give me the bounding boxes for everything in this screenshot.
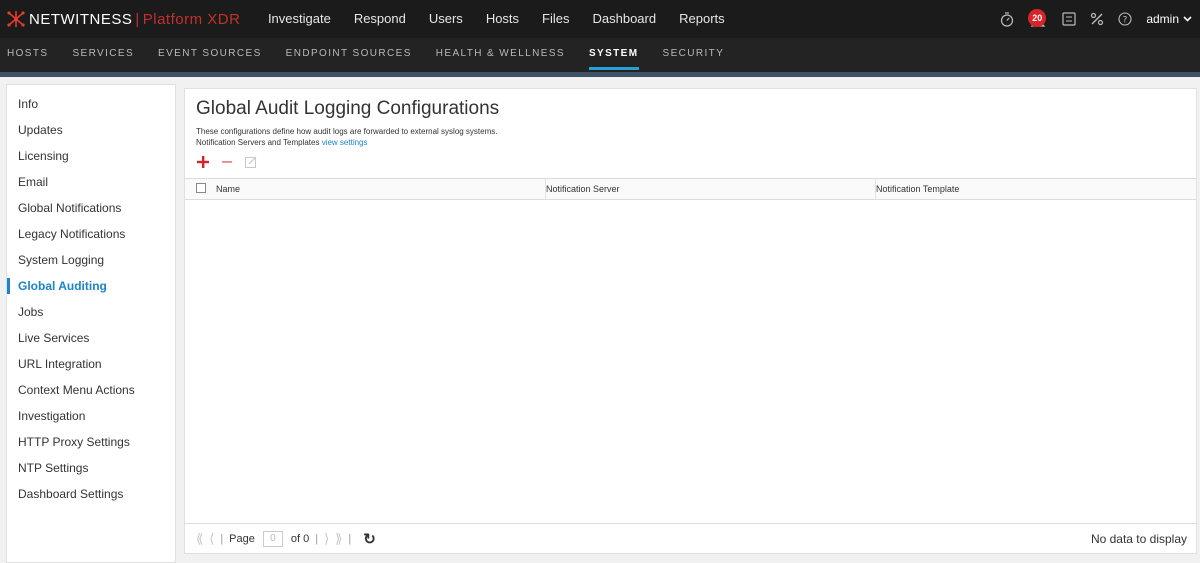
topbar-actions: 20 ? admin xyxy=(986,0,1200,38)
page-number-input[interactable]: 0 xyxy=(262,530,283,547)
chevron-down-icon xyxy=(1183,16,1192,22)
column-name[interactable]: Name xyxy=(216,179,240,199)
column-notification-server[interactable]: Notification Server xyxy=(545,179,620,199)
column-notification-server-label: Notification Server xyxy=(546,184,620,194)
admin-subnav: HOSTS SERVICES EVENT SOURCES ENDPOINT SO… xyxy=(0,38,1200,72)
page-count: of 0 xyxy=(290,532,310,545)
help-icon[interactable]: ? xyxy=(1118,12,1132,26)
sidebar-item-system-logging[interactable]: System Logging xyxy=(7,247,175,273)
tab-endpoint-sources[interactable]: ENDPOINT SOURCES xyxy=(274,38,424,72)
pager-divider: | xyxy=(348,532,352,545)
view-settings-link[interactable]: view settings xyxy=(322,138,368,147)
edit-icon[interactable] xyxy=(244,155,258,169)
pagination-bar: ⟪ ⟨ | Page 0 of 0 | ⟩ ⟫ | ↻ No data to d… xyxy=(185,523,1196,553)
settings-line: Notification Servers and Templates view … xyxy=(196,138,368,147)
refresh-icon[interactable]: ↻ xyxy=(363,530,376,548)
pager-divider: | xyxy=(220,532,224,545)
add-icon[interactable] xyxy=(196,155,210,169)
system-sidebar: Info Updates Licensing Email Global Noti… xyxy=(6,84,176,563)
nav-files[interactable]: Files xyxy=(531,0,581,38)
nav-reports[interactable]: Reports xyxy=(668,0,737,38)
dashboard-icon[interactable] xyxy=(1062,12,1076,26)
sidebar-item-updates[interactable]: Updates xyxy=(7,117,175,143)
sidebar-item-licensing[interactable]: Licensing xyxy=(7,143,175,169)
sidebar-item-global-auditing[interactable]: Global Auditing xyxy=(7,273,175,299)
user-name: admin xyxy=(1146,12,1179,26)
column-notification-template[interactable]: Notification Template xyxy=(875,179,959,199)
sidebar-item-investigation[interactable]: Investigation xyxy=(7,403,175,429)
nav-users[interactable]: Users xyxy=(417,0,474,38)
nav-respond[interactable]: Respond xyxy=(342,0,417,38)
sidebar-item-jobs[interactable]: Jobs xyxy=(7,299,175,325)
table-toolbar xyxy=(196,155,268,169)
sidebar-item-live-services[interactable]: Live Services xyxy=(7,325,175,351)
tab-system[interactable]: SYSTEM xyxy=(577,38,651,72)
tab-health-wellness[interactable]: HEALTH & WELLNESS xyxy=(424,38,577,72)
column-notification-template-label: Notification Template xyxy=(876,184,960,194)
product-name: Platform XDR xyxy=(142,10,241,28)
nav-hosts[interactable]: Hosts xyxy=(474,0,530,38)
sidebar-item-http-proxy-settings[interactable]: HTTP Proxy Settings xyxy=(7,429,175,455)
pager-status: No data to display xyxy=(1090,531,1187,546)
tools-icon[interactable] xyxy=(1090,12,1104,26)
last-page-icon[interactable]: ⟫ xyxy=(335,531,342,547)
page-label: Page xyxy=(229,532,255,545)
first-page-icon[interactable]: ⟪ xyxy=(196,531,203,547)
tab-services[interactable]: SERVICES xyxy=(60,38,146,72)
brand-separator: | xyxy=(135,10,140,28)
page-description: These configurations define how audit lo… xyxy=(196,127,498,136)
settings-prefix: Notification Servers and Templates xyxy=(196,138,320,147)
tab-hosts[interactable]: HOSTS xyxy=(0,38,60,72)
sidebar-item-dashboard-settings[interactable]: Dashboard Settings xyxy=(7,481,175,507)
sidebar-item-url-integration[interactable]: URL Integration xyxy=(7,351,175,377)
sidebar-item-info[interactable]: Info xyxy=(7,91,175,117)
main-menu: Investigate Respond Users Hosts Files Da… xyxy=(256,0,736,38)
previous-page-icon[interactable]: ⟨ xyxy=(209,531,214,547)
sidebar-item-global-notifications[interactable]: Global Notifications xyxy=(7,195,175,221)
brand-name: NETWITNESS xyxy=(29,10,133,28)
header-divider xyxy=(0,72,1200,77)
table-header: Name Notification Server Notification Te… xyxy=(185,178,1196,200)
bell-icon[interactable]: 20 xyxy=(1028,9,1048,29)
sidebar-item-email[interactable]: Email xyxy=(7,169,175,195)
netwitness-logo-icon xyxy=(6,9,26,29)
sidebar-item-context-menu-actions[interactable]: Context Menu Actions xyxy=(7,377,175,403)
page-title: Global Audit Logging Configurations xyxy=(196,98,500,119)
nav-dashboard[interactable]: Dashboard xyxy=(581,0,668,38)
next-page-icon[interactable]: ⟩ xyxy=(324,531,329,547)
select-all-checkbox[interactable] xyxy=(196,183,206,193)
tab-event-sources[interactable]: EVENT SOURCES xyxy=(146,38,274,72)
nav-investigate[interactable]: Investigate xyxy=(256,0,342,38)
pager-divider: | xyxy=(315,532,319,545)
app-logo[interactable]: NETWITNESS | Platform XDR xyxy=(0,0,240,38)
tab-security[interactable]: SECURITY xyxy=(651,38,737,72)
sidebar-item-legacy-notifications[interactable]: Legacy Notifications xyxy=(7,221,175,247)
svg-text:?: ? xyxy=(1123,16,1128,26)
sidebar-item-ntp-settings[interactable]: NTP Settings xyxy=(7,455,175,481)
timer-icon[interactable] xyxy=(1000,11,1014,27)
remove-icon[interactable] xyxy=(220,155,234,169)
user-menu[interactable]: admin xyxy=(1146,12,1192,26)
top-navigation-bar: NETWITNESS | Platform XDR Investigate Re… xyxy=(0,0,1200,38)
audit-config-panel: Global Audit Logging Configurations Thes… xyxy=(184,88,1197,554)
